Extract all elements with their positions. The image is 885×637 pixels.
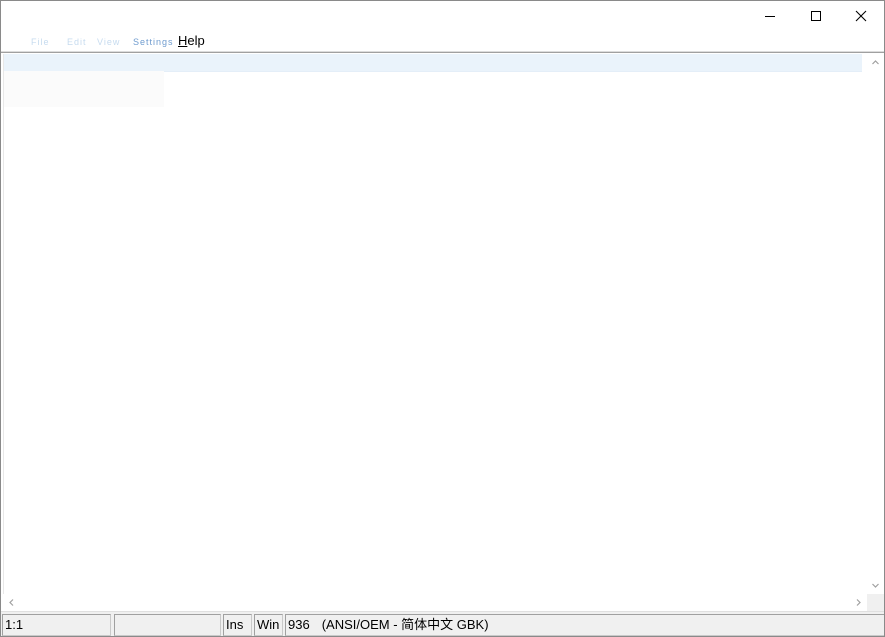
menu-help-label: elp — [187, 33, 205, 48]
status-insert-mode[interactable]: Ins — [223, 614, 252, 636]
scroll-up-arrow-icon — [872, 60, 879, 65]
scroll-down-button[interactable] — [867, 577, 884, 594]
horizontal-scrollbar[interactable] — [3, 594, 867, 611]
maximize-button[interactable] — [793, 1, 839, 31]
scroll-left-arrow-icon — [9, 599, 14, 606]
menu-help[interactable]: Help — [178, 33, 205, 49]
menu-bar: File Edit View Settings ? Help — [1, 31, 884, 51]
status-codepage: 936 — [288, 617, 310, 632]
menu-edit[interactable]: Edit — [67, 34, 87, 50]
menu-file[interactable]: File — [31, 34, 50, 50]
close-button[interactable] — [838, 1, 884, 31]
menu-view[interactable]: View — [97, 34, 120, 50]
menu-help-accelerator: H — [178, 33, 188, 48]
status-encoding-name: (ANSI/OEM - 简体中文 GBK) — [321, 617, 489, 632]
scroll-right-button[interactable] — [850, 594, 867, 611]
status-encoding[interactable]: 936 (ANSI/OEM - 简体中文 GBK) — [285, 614, 884, 636]
minimize-icon — [765, 16, 775, 17]
scroll-down-arrow-icon — [872, 583, 879, 588]
text-editor-area[interactable] — [3, 54, 868, 594]
maximize-icon — [811, 11, 821, 21]
scroll-up-button[interactable] — [867, 54, 884, 71]
editor-window: File Edit View Settings ? Help 1:1 Ins W… — [0, 0, 885, 637]
title-bar[interactable] — [1, 1, 884, 31]
scrollbar-corner — [867, 594, 884, 611]
menu-separator — [1, 51, 884, 53]
status-cursor-position[interactable]: 1:1 — [2, 614, 111, 636]
status-bar: 1:1 Ins Win 936 (ANSI/OEM - 简体中文 GBK) — [1, 611, 884, 636]
scroll-left-button[interactable] — [3, 594, 20, 611]
minimize-button[interactable] — [747, 1, 793, 31]
close-icon — [855, 10, 867, 22]
status-selection — [114, 614, 221, 636]
vertical-scrollbar[interactable] — [867, 54, 884, 594]
current-line-highlight — [4, 54, 862, 72]
status-line-endings[interactable]: Win — [254, 614, 283, 636]
menu-settings[interactable]: Settings — [133, 34, 174, 50]
editor-ghost-region — [4, 71, 164, 107]
scroll-right-arrow-icon — [856, 599, 861, 606]
